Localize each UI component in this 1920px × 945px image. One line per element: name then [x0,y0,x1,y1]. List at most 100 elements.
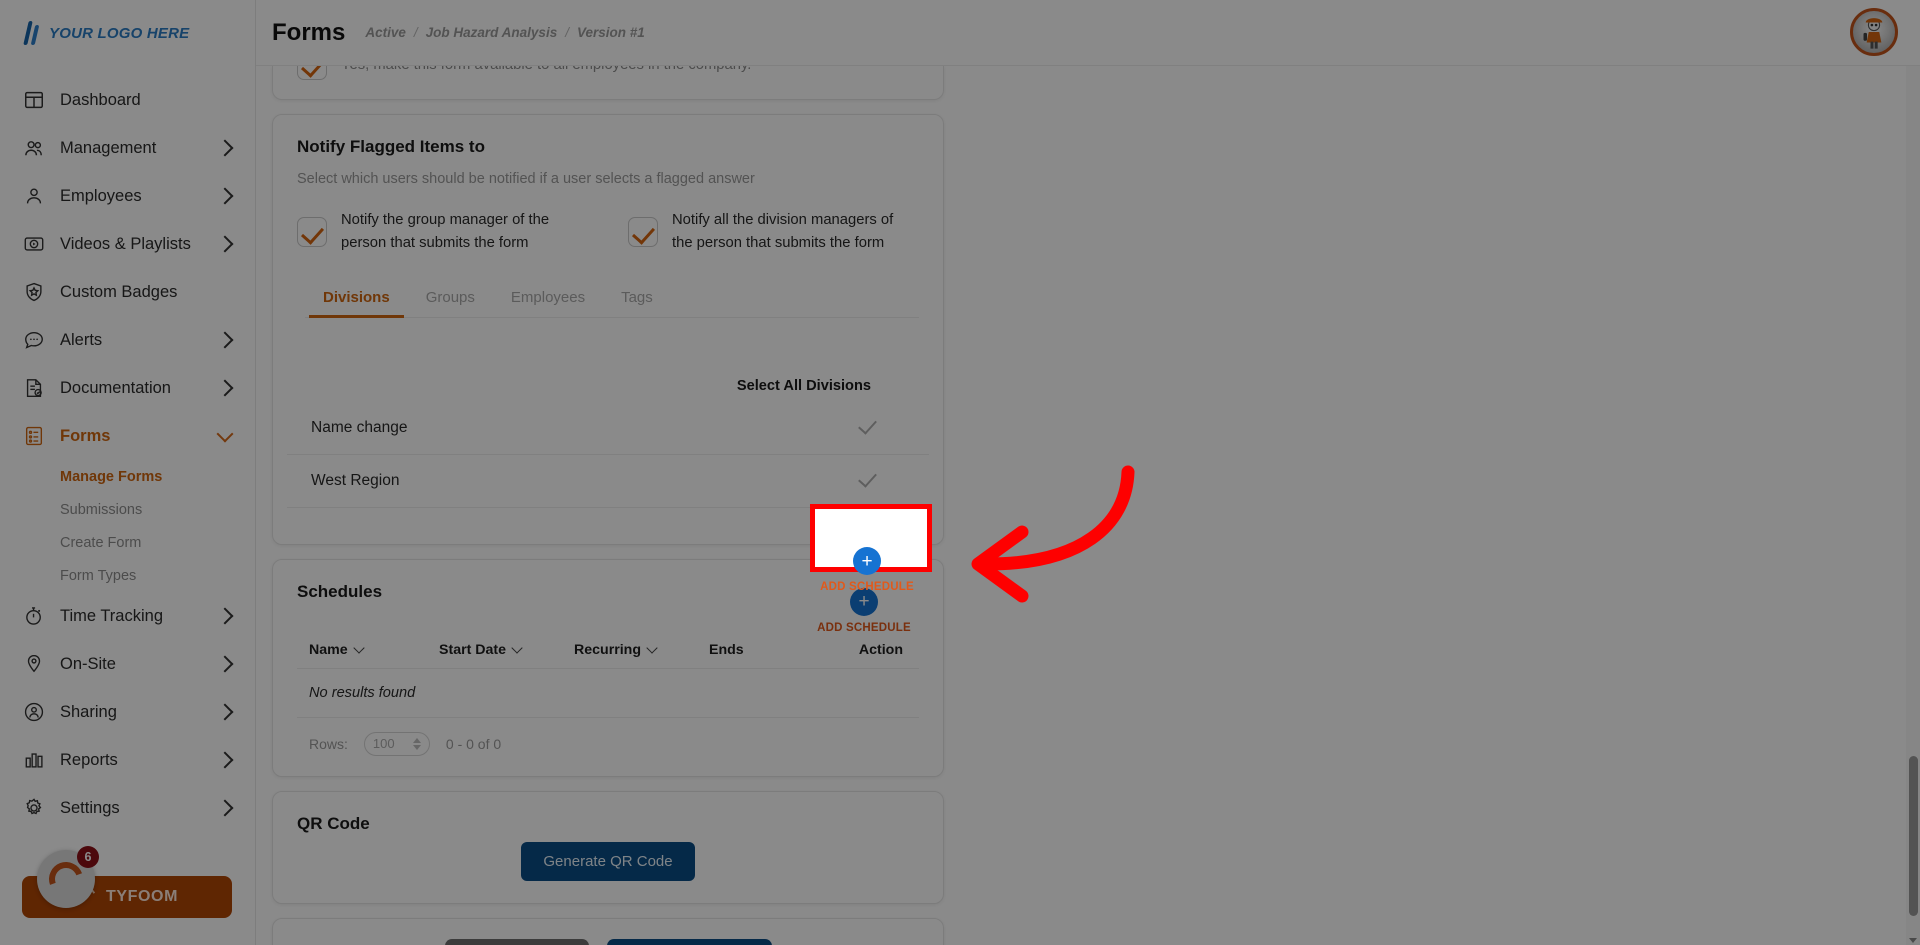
logo-mark-icon [23,20,42,46]
tab-divisions[interactable]: Divisions [305,281,408,318]
column-header-start-date[interactable]: Start Date [439,642,574,658]
schedules-pagination: Rows: 100 0 - 0 of 0 [297,718,919,758]
availability-checkbox-label: Yes, make this form available to all emp… [341,66,751,76]
division-row[interactable]: Name change [287,402,929,455]
availability-checkbox[interactable] [297,66,327,80]
breadcrumb-item-form[interactable]: Job Hazard Analysis [426,25,558,40]
sidebar-subitem-manage-forms[interactable]: Manage Forms [0,460,255,493]
chevron-right-icon [216,235,234,253]
qr-code-card: QR Code Generate QR Code [272,790,944,904]
tyfoom-label: TYFOOM [105,888,179,905]
save-changes-button[interactable]: SAVE CHANGES [606,938,772,945]
availability-checkbox-row[interactable]: Yes, make this form available to all emp… [297,66,751,80]
document-icon [22,376,46,400]
add-schedule-label: ADD SCHEDULE [817,621,911,634]
generate-qr-code-button[interactable]: Generate QR Code [521,841,695,881]
forms-list-icon [22,424,46,448]
form-actions-row: BACK SAVE CHANGES [297,938,919,945]
sidebar-item-forms[interactable]: Forms [0,412,255,460]
notify-checkbox-row: Notify the group manager of the person t… [297,209,919,255]
notify-group-manager-checkbox[interactable] [297,216,327,247]
notify-card-title: Notify Flagged Items to [297,137,485,156]
sidebar-item-documentation[interactable]: Documentation [0,364,255,412]
chevron-right-icon [216,331,234,349]
tab-label: Tags [621,288,653,306]
chevron-right-icon [216,139,234,157]
stopwatch-icon [22,604,46,628]
check-icon[interactable] [858,468,877,489]
column-header-name[interactable]: Name [309,642,439,658]
page-title: Forms [272,18,346,46]
check-icon[interactable] [858,415,877,436]
tyfoom-avatar[interactable]: 6 [37,846,99,908]
app-logo[interactable]: YOUR LOGO HERE [0,0,255,66]
gear-icon [22,796,46,820]
division-name: West Region [311,471,400,489]
sidebar-item-management[interactable]: Management [0,124,255,172]
notify-group-manager-option[interactable]: Notify the group manager of the person t… [297,209,588,255]
scroll-down-caret-icon[interactable] [1909,938,1917,943]
sidebar-item-videos-playlists[interactable]: Videos & Playlists [0,220,255,268]
sidebar-item-time-tracking[interactable]: Time Tracking [0,592,255,640]
tab-employees[interactable]: Employees [493,281,603,317]
bar-chart-icon [22,748,46,772]
select-all-divisions-button[interactable]: Select All Divisions [273,378,871,394]
sidebar: YOUR LOGO HERE Dashboard Management Empl… [0,0,256,945]
sidebar-item-label: Videos & Playlists [60,234,191,253]
breadcrumb-item-active[interactable]: Active [365,25,406,40]
rows-label: Rows: [309,735,348,752]
add-schedule-button-highlighted[interactable]: + ADD SCHEDULE [806,536,928,604]
availability-card-partial: Yes, make this form available to all emp… [272,66,944,100]
breadcrumb-separator: / [565,25,569,40]
column-label: Ends [709,641,744,658]
sidebar-subitem-label: Create Form [60,534,142,551]
division-name: Name change [311,418,408,436]
audience-tabs: Divisions Groups Employees Tags [305,281,919,318]
tab-label: Employees [510,288,586,306]
sidebar-item-reports[interactable]: Reports [0,736,255,784]
vertical-scrollbar[interactable] [1906,66,1920,945]
chevron-right-icon [216,751,234,769]
stepper-icon [412,737,421,750]
sidebar-subitem-label: Form Types [60,567,137,584]
sidebar-subitem-submissions[interactable]: Submissions [0,493,255,526]
tab-label: Divisions [323,288,390,306]
sidebar-item-alerts[interactable]: Alerts [0,316,255,364]
dashboard-icon [22,88,46,112]
column-header-action: Action [834,642,913,658]
notify-division-managers-option[interactable]: Notify all the division managers of the … [628,209,919,255]
chevron-down-icon [511,642,523,654]
sidebar-item-label: Time Tracking [60,606,163,625]
sidebar-subitem-form-types[interactable]: Form Types [0,559,255,592]
avatar-illustration-icon [1863,18,1883,49]
avatar[interactable] [1850,8,1898,56]
division-row[interactable]: West Region [287,455,929,508]
scrollbar-thumb[interactable] [1909,756,1918,916]
chevron-right-icon [216,799,234,817]
sidebar-item-employees[interactable]: Employees [0,172,255,220]
sidebar-item-settings[interactable]: Settings [0,784,255,832]
sidebar-item-custom-badges[interactable]: Custom Badges [0,268,255,316]
qr-card-title: QR Code [297,813,370,833]
breadcrumb-item-version[interactable]: Version #1 [577,25,645,40]
notify-division-managers-checkbox[interactable] [628,216,658,247]
tyfoom-widget[interactable]: TYFOOM 6 [22,846,232,918]
pagination-range: 0 - 0 of 0 [445,735,502,752]
video-icon [22,232,46,256]
chevron-right-icon [216,655,234,673]
column-header-recurring[interactable]: Recurring [574,642,709,658]
rows-per-page-select[interactable]: 100 [363,731,430,756]
column-header-ends: Ends [709,642,834,658]
back-button[interactable]: BACK [444,938,589,945]
qr-card-body: QR Code Generate QR Code [273,792,943,903]
tab-tags[interactable]: Tags [603,281,671,317]
sidebar-subitem-create-form[interactable]: Create Form [0,526,255,559]
sidebar-item-on-site[interactable]: On-Site [0,640,255,688]
sidebar-item-label: Custom Badges [60,282,178,301]
sidebar-item-dashboard[interactable]: Dashboard [0,76,255,124]
tab-groups[interactable]: Groups [408,281,493,317]
sidebar-item-label: Settings [60,798,120,817]
chevron-right-icon [216,379,234,397]
sidebar-item-sharing[interactable]: Sharing [0,688,255,736]
sidebar-item-label: Reports [60,750,118,769]
